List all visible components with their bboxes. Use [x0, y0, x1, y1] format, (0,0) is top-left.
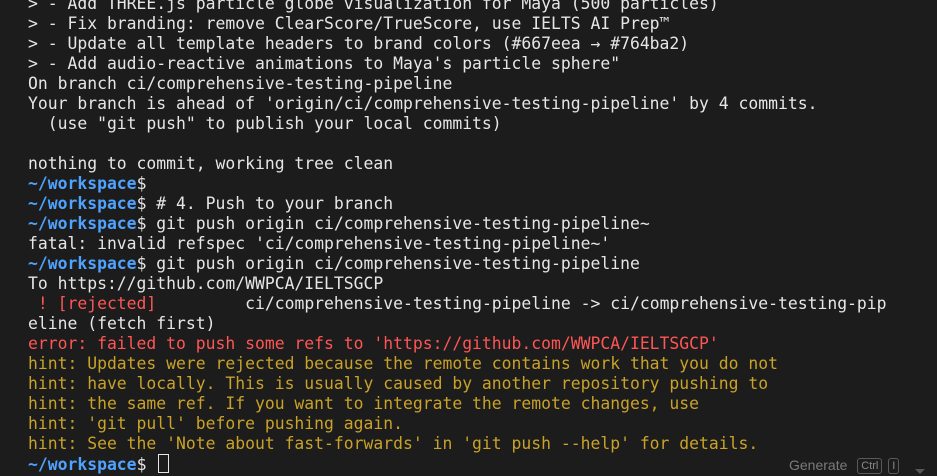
terminal-line: (use "git push" to publish your local co… [28, 114, 887, 134]
terminal-line: ~/workspace$ [28, 174, 887, 194]
line-text: error: failed to push some refs to 'http… [28, 334, 719, 353]
line-text: On branch ci/comprehensive-testing-pipel… [28, 74, 453, 93]
terminal-line: On branch ci/comprehensive-testing-pipel… [28, 74, 887, 94]
line-text: (use "git push" to publish your local co… [28, 114, 502, 133]
line-text: $ git push origin ci/comprehensive-testi… [136, 254, 640, 273]
prompt-directory: ~/workspace [28, 194, 137, 213]
line-text: $ [136, 174, 147, 193]
line-text: nothing to commit, working tree clean [28, 154, 394, 173]
line-text: $ git push origin ci/comprehensive-testi… [136, 214, 650, 233]
chevron-down-icon[interactable] [915, 469, 925, 474]
terminal-line: eline (fetch first) [28, 314, 887, 334]
terminal-line: To https://github.com/WWPCA/IELTSGCP [28, 274, 887, 294]
terminal-line: hint: 'git pull' before pushing again. [28, 414, 887, 434]
line-text: > - Update all template headers to brand… [28, 34, 690, 53]
prompt-symbol: $ [136, 455, 157, 474]
terminal-line: > - Fix branding: remove ClearScore/True… [28, 14, 887, 34]
line-text: To https://github.com/WWPCA/IELTSGCP [28, 274, 384, 293]
terminal-line: ~/workspace$ # 4. Push to your branch [28, 194, 887, 214]
terminal-line: fatal: invalid refspec 'ci/comprehensive… [28, 234, 887, 254]
terminal-line: ~/workspace$ git push origin ci/comprehe… [28, 254, 887, 274]
terminal-line: ~/workspace$ git push origin ci/comprehe… [28, 214, 887, 234]
line-text: > - Fix branding: remove ClearScore/True… [28, 14, 670, 33]
terminal-line: ! [rejected] ci/comprehensive-testing-pi… [28, 294, 887, 314]
line-text: hint: 'git pull' before pushing again. [28, 414, 403, 433]
terminal-line: Your branch is ahead of 'origin/ci/compr… [28, 94, 887, 114]
line-text: eline (fetch first) [28, 314, 216, 333]
line-text: > - Add audio-reactive animations to May… [28, 54, 621, 73]
terminal-window[interactable]: > - Add THREE.js particle globe visualiz… [0, 0, 937, 476]
prompt-directory: ~/workspace [28, 214, 137, 233]
terminal-line: > - Update all template headers to brand… [28, 34, 887, 54]
terminal-line: > - Add audio-reactive animations to May… [28, 54, 887, 74]
line-text: ! [rejected] [28, 294, 157, 313]
line-text: Your branch is ahead of 'origin/ci/compr… [28, 94, 818, 113]
terminal-line: error: failed to push some refs to 'http… [28, 334, 887, 354]
text-cursor[interactable] [158, 454, 170, 473]
line-text: hint: See the 'Note about fast-forwards'… [28, 434, 759, 453]
line-text: hint: the same ref. If you want to integ… [28, 394, 700, 413]
terminal-output: > - Add THREE.js particle globe visualiz… [28, 0, 887, 474]
ctrl-key-badge: Ctrl [857, 458, 883, 474]
line-text: > - Add THREE.js particle globe visualiz… [28, 0, 719, 13]
terminal-line: hint: Updates were rejected because the … [28, 354, 887, 374]
terminal-line: hint: See the 'Note about fast-forwards'… [28, 434, 887, 454]
terminal-line: > - Add THREE.js particle globe visualiz… [28, 0, 887, 14]
line-text: fatal: invalid refspec 'ci/comprehensive… [28, 234, 611, 253]
terminal-line: hint: have locally. This is usually caus… [28, 374, 887, 394]
line-text: hint: Updates were rejected because the … [28, 354, 778, 373]
line-text: ci/comprehensive-testing-pipeline -> ci/… [156, 294, 887, 313]
generate-hint[interactable]: Generate Ctrl I [789, 455, 900, 475]
line-text: hint: have locally. This is usually caus… [28, 374, 769, 393]
i-key-badge: I [888, 458, 900, 474]
line-text: $ # 4. Push to your branch [136, 194, 394, 213]
prompt-directory: ~/workspace [28, 455, 137, 474]
prompt-directory: ~/workspace [28, 254, 137, 273]
terminal-line: hint: the same ref. If you want to integ… [28, 394, 887, 414]
generate-label: Generate [789, 457, 848, 473]
active-prompt-line[interactable]: ~/workspace$ [28, 454, 887, 474]
terminal-line: nothing to commit, working tree clean [28, 154, 887, 174]
prompt-directory: ~/workspace [28, 174, 137, 193]
